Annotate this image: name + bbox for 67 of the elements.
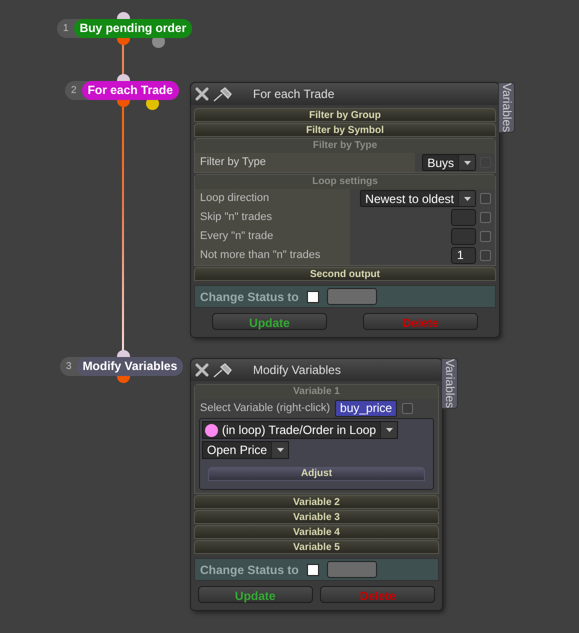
panel-title: For each Trade — [253, 86, 334, 103]
color-swatch[interactable] — [306, 290, 319, 302]
number-field[interactable] — [451, 228, 476, 245]
panel-title: Modify Variables — [253, 362, 341, 379]
caret-icon — [386, 428, 393, 432]
dropdown[interactable]: Newest to oldest — [360, 190, 476, 207]
node-label: For each Trade — [82, 81, 179, 100]
caret-icon — [464, 196, 470, 200]
dropdown-value: Buys — [426, 154, 455, 172]
input-port[interactable] — [117, 12, 130, 19]
node-label: Modify Variables — [76, 357, 184, 376]
field-label: Loop direction — [195, 189, 350, 208]
status-label: Change Status to — [200, 288, 299, 306]
section-header[interactable]: Second output — [194, 267, 496, 281]
color-swatch[interactable] — [306, 564, 319, 576]
dropdown-arrow-button[interactable] — [458, 191, 475, 206]
close-icon[interactable] — [195, 363, 209, 377]
section-header[interactable]: Variable 2 — [194, 495, 439, 509]
checkbox[interactable] — [480, 231, 491, 242]
section-header[interactable]: Variable 5 — [194, 540, 439, 554]
number-field[interactable] — [451, 209, 476, 226]
field-label: Not more than "n" trades — [195, 246, 350, 265]
input-port[interactable] — [117, 74, 130, 81]
field-label: Skip "n" trades — [195, 208, 350, 227]
dropdown-value: Open Price — [206, 442, 268, 459]
checkbox[interactable] — [480, 250, 491, 261]
node[interactable]: 1 Buy pending order — [57, 19, 192, 38]
dropdown-value: Newest to oldest — [364, 190, 455, 208]
node-number: 2 — [71, 84, 78, 98]
field-label: Every "n" trade — [195, 227, 350, 246]
update-button[interactable]: Update — [198, 586, 313, 603]
dropdown-value: (in loop) Trade/Order in Loop — [221, 422, 378, 439]
checkbox[interactable] — [480, 193, 491, 204]
status-label: Change Status to — [200, 562, 299, 578]
status-field[interactable] — [326, 288, 377, 305]
dropdown[interactable]: Open Price — [202, 441, 290, 459]
close-icon[interactable] — [195, 87, 209, 101]
number-field[interactable]: 1 — [451, 247, 476, 264]
node[interactable]: 3 Modify Variables — [60, 357, 184, 376]
dropdown-arrow-button[interactable] — [380, 422, 398, 438]
caret-icon — [276, 448, 284, 452]
node-label: Buy pending order — [74, 19, 192, 38]
side-tab[interactable]: Variables — [441, 358, 458, 410]
section-header[interactable]: Filter by Group — [194, 108, 496, 122]
output-port[interactable] — [117, 376, 130, 383]
checkbox[interactable] — [402, 403, 414, 414]
node[interactable]: 2 For each Trade — [65, 81, 179, 100]
section-header[interactable]: Variable 3 — [194, 510, 439, 524]
dropdown-arrow-button[interactable] — [271, 442, 288, 458]
side-tab[interactable]: Variables — [498, 82, 515, 134]
section-header[interactable]: Filter by Symbol — [194, 123, 496, 137]
node-number: 3 — [66, 360, 73, 374]
field-label: Filter by Type — [195, 153, 415, 172]
input-port[interactable] — [117, 350, 130, 357]
adjust-button[interactable]: Adjust — [208, 467, 425, 481]
dropdown[interactable]: (in loop) Trade/Order in Loop — [202, 421, 398, 439]
dropdown-arrow-button[interactable] — [458, 155, 475, 170]
output-port[interactable] — [117, 100, 130, 107]
variable-chip[interactable]: buy_price — [335, 400, 398, 417]
field-label: Select Variable (right-click) — [200, 401, 330, 416]
output-port[interactable] — [117, 38, 130, 45]
checkbox[interactable] — [480, 212, 491, 223]
node-number: 1 — [63, 22, 70, 36]
status-field[interactable] — [326, 561, 377, 578]
section-header[interactable]: Variable 4 — [194, 525, 439, 539]
caret-icon — [464, 160, 470, 164]
update-button[interactable]: Update — [212, 313, 327, 330]
